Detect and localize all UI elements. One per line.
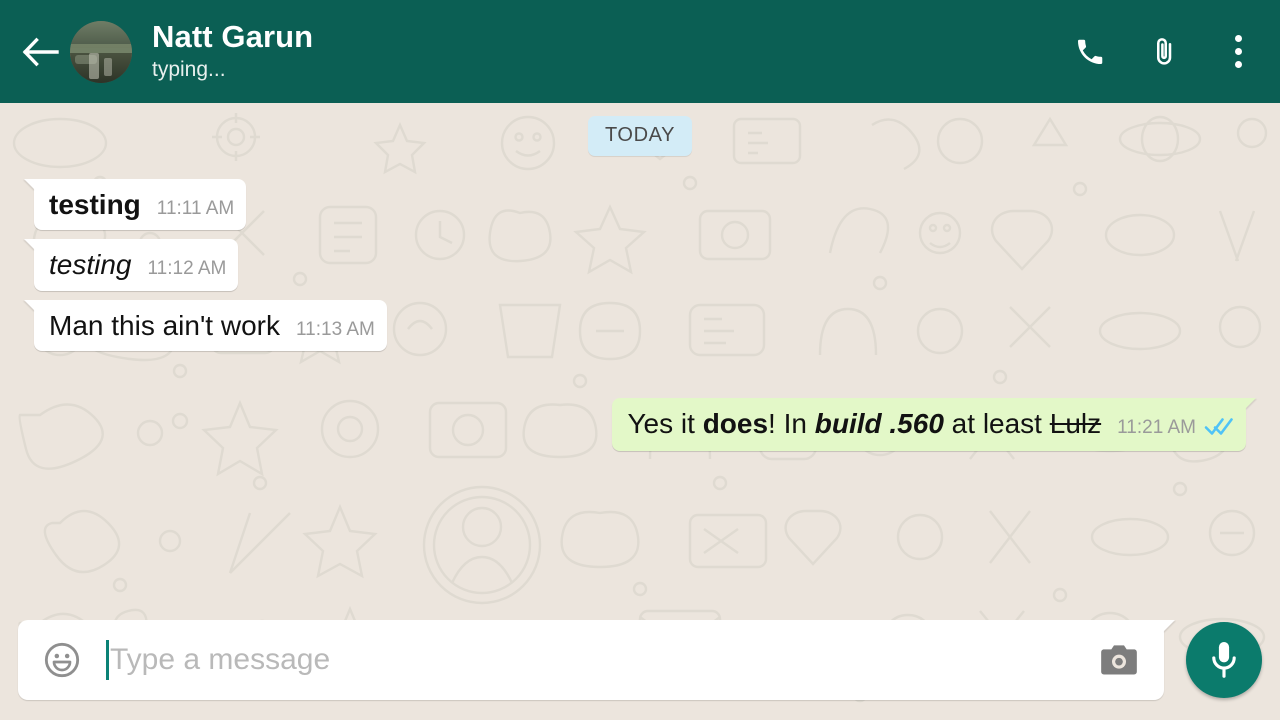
back-arrow-icon bbox=[22, 37, 59, 66]
message-text: Man this ain't work bbox=[49, 309, 280, 341]
message-bubble-outgoing[interactable]: Yes it does! In build .560 at least Lulz… bbox=[612, 398, 1246, 451]
emoji-button[interactable] bbox=[40, 638, 84, 682]
message-meta: 11:21 AM bbox=[1117, 416, 1234, 441]
message-meta: 11:11 AM bbox=[157, 198, 234, 220]
message-time: 11:11 AM bbox=[156, 198, 235, 219]
emoji-smiley-icon bbox=[44, 642, 80, 678]
message-bubble-incoming[interactable]: testing 11:12 AM bbox=[34, 239, 239, 291]
phone-icon bbox=[1078, 39, 1103, 64]
message-input[interactable]: Type a message bbox=[110, 643, 1094, 677]
message-row: Yes it does! In build .560 at least Lulz… bbox=[24, 398, 1256, 451]
chat-header: Natt Garun typing... bbox=[0, 0, 1280, 103]
microphone-icon bbox=[1212, 642, 1236, 678]
message-text: Yes it does! In build .560 at least Lulz bbox=[627, 408, 1101, 439]
message-text: testing bbox=[49, 189, 141, 220]
avatar-image-detail-c bbox=[104, 58, 113, 77]
message-text-run: ! In bbox=[768, 408, 815, 440]
message-text: testing bbox=[49, 249, 132, 281]
avatar-image-detail-b bbox=[88, 52, 99, 79]
camera-icon bbox=[1101, 645, 1137, 675]
message-text-run: at least bbox=[943, 408, 1050, 440]
message-input-container[interactable]: Type a message bbox=[18, 620, 1164, 700]
message-text-run: Yes it bbox=[627, 408, 703, 440]
message-row: Man this ain't work 11:13 AM bbox=[24, 299, 1256, 352]
message-meta: 11:12 AM bbox=[148, 258, 227, 280]
voice-record-button[interactable] bbox=[1186, 622, 1262, 698]
header-actions bbox=[1070, 30, 1258, 74]
message-time: 11:13 AM bbox=[296, 318, 375, 340]
message-text-run: does bbox=[702, 408, 769, 440]
text-cursor bbox=[106, 640, 109, 680]
call-button[interactable] bbox=[1070, 30, 1110, 74]
overflow-menu-icon bbox=[1234, 35, 1242, 68]
message-text-run: Lulz bbox=[1049, 408, 1102, 440]
message-bubble-incoming[interactable]: Man this ain't work 11:13 AM bbox=[34, 299, 387, 352]
paperclip-icon bbox=[1157, 37, 1172, 65]
back-button[interactable] bbox=[12, 24, 68, 80]
message-meta: 11:13 AM bbox=[296, 319, 375, 341]
message-bubble-incoming[interactable]: testing 11:11 AM bbox=[34, 179, 247, 231]
message-time: 11:21 AM bbox=[1117, 417, 1196, 439]
contact-status: typing... bbox=[152, 57, 226, 81]
message-time: 11:12 AM bbox=[147, 258, 227, 280]
composer-bar: Type a message bbox=[0, 610, 1280, 720]
message-text-run: build .560 bbox=[814, 408, 944, 440]
read-receipt-icon bbox=[1204, 416, 1234, 441]
avatar[interactable] bbox=[70, 20, 132, 83]
day-divider: TODAY bbox=[587, 116, 693, 156]
overflow-menu-button[interactable] bbox=[1218, 30, 1258, 74]
camera-button[interactable] bbox=[1094, 637, 1144, 683]
day-divider-row: TODAY bbox=[24, 116, 1256, 156]
message-row: testing 11:12 AM bbox=[24, 239, 1256, 291]
contact-info[interactable]: Natt Garun typing... bbox=[152, 20, 1070, 83]
contact-name: Natt Garun bbox=[152, 19, 314, 55]
attach-button[interactable] bbox=[1144, 30, 1184, 74]
message-row: testing 11:11 AM bbox=[24, 179, 1256, 231]
